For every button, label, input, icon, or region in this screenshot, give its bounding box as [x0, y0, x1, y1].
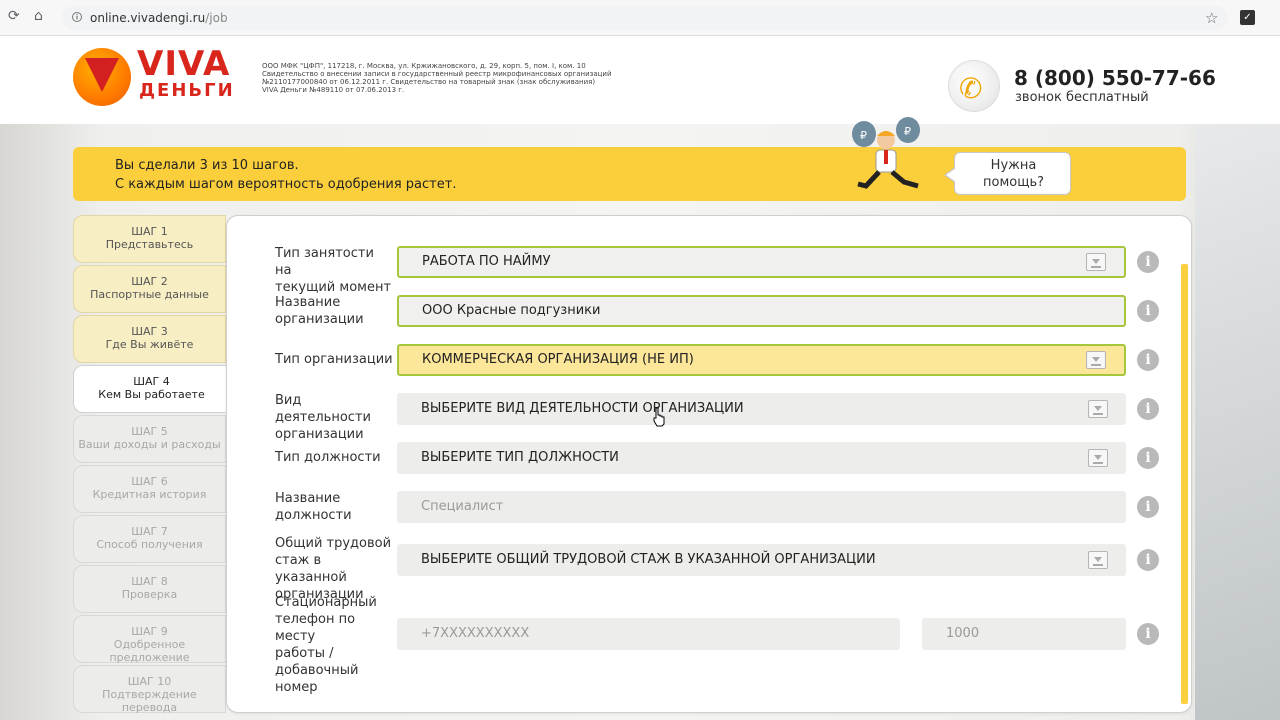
dropdown-icon [1086, 351, 1106, 369]
position-name-input[interactable]: Специалист [397, 491, 1126, 523]
svg-text:₽: ₽ [860, 129, 867, 142]
browser-toolbar: ⟳ ⌂ online.vivadengi.ru/job ☆ ✓ [0, 0, 1280, 36]
address-bar[interactable] [62, 6, 1228, 30]
progress-subtext: С каждым шагом вероятность одобрения рас… [115, 177, 457, 192]
info-icon[interactable]: i [1137, 496, 1159, 518]
step-10: ШАГ 10 Подтверждение перевода [73, 665, 226, 714]
steps-sidebar: ШАГ 1 Представьтесь ШАГ 2 Паспортные данны… [73, 215, 229, 720]
step-1[interactable]: ШАГ 1 Представьтесь [73, 215, 226, 263]
bookmark-star-icon[interactable]: ☆ [1205, 9, 1218, 27]
step-7: ШАГ 7 Способ получения [73, 515, 226, 563]
step-6: ШАГ 6 Кредитная история [73, 465, 226, 513]
dropdown-icon [1088, 400, 1108, 418]
logo-text-dengi[interactable]: ДЕНЬГИ [139, 80, 235, 101]
position-type-label: Тип должности [275, 450, 381, 465]
dropdown-icon [1088, 449, 1108, 467]
step-5: ШАГ 5 Ваши доходы и расходы [73, 415, 226, 463]
hotline-number[interactable]: 8 (800) 550-77-66 [1014, 66, 1216, 90]
step-3[interactable]: ШАГ 3 Где Вы живёте [73, 315, 226, 363]
dropdown-icon [1086, 253, 1106, 271]
step-9: ШАГ 9 Одобренное предложение [73, 615, 226, 664]
experience-label: Общий трудовой стаж в указанной организаци… [275, 536, 392, 602]
mascot-moneybags-icon: ₽ ₽ [852, 117, 920, 189]
step-2[interactable]: ШАГ 2 Паспортные данные [73, 265, 226, 313]
home-icon[interactable]: ⌂ [34, 8, 43, 24]
legal-info: ООО МФК "ЦФП", 117218, г. Москва, ул. Кр… [262, 62, 612, 94]
progress-text: Вы сделали 3 из 10 шагов. [115, 158, 299, 173]
svg-text:₽: ₽ [904, 125, 911, 138]
reload-icon[interactable]: ⟳ [8, 8, 20, 24]
background-photo [1195, 124, 1280, 720]
org-name-input[interactable]: ООО Красные подгузники [397, 295, 1126, 327]
activity-label: Вид деятельности организации [275, 393, 371, 442]
org-type-select[interactable]: КОММЕРЧЕСКАЯ ОРГАНИЗАЦИЯ (НЕ ИП) [397, 344, 1126, 376]
info-icon[interactable]: i [1137, 251, 1159, 273]
phone-extension-input[interactable]: 1000 [922, 618, 1126, 650]
org-type-label: Тип организации [275, 352, 393, 367]
info-icon[interactable]: i [1137, 398, 1159, 420]
logo-mark-icon[interactable] [73, 48, 131, 106]
info-icon[interactable]: i [1137, 300, 1159, 322]
step-4[interactable]: ШАГ 4 Кем Вы работаете [73, 365, 229, 413]
phone-icon: ✆ [948, 60, 1000, 112]
hand-cursor-icon [653, 407, 665, 427]
info-icon[interactable]: i [1137, 623, 1159, 645]
hotline-note: звонок бесплатный [1015, 90, 1149, 105]
employment-type-select[interactable]: РАБОТА ПО НАЙМУ [397, 246, 1126, 278]
dropdown-icon [1088, 551, 1108, 569]
position-name-label: Название должности [275, 491, 352, 523]
position-type-select[interactable]: ВЫБЕРИТЕ ТИП ДОЛЖНОСТИ [397, 442, 1126, 474]
info-icon[interactable]: i [1137, 349, 1159, 371]
work-phone-label: Стационарный телефон по месту работы / доба… [275, 595, 377, 695]
help-button[interactable]: Нужна помощь? [944, 152, 1071, 195]
step-8: ШАГ 8 Проверка [73, 565, 226, 613]
info-icon[interactable]: i [1137, 549, 1159, 571]
form-scrollbar[interactable] [1181, 264, 1188, 704]
logo-text-viva[interactable]: VIVA [137, 44, 230, 84]
address-url[interactable]: online.vivadengi.ru/job [90, 11, 228, 25]
work-phone-input[interactable]: +7XXXXXXXXXX [397, 618, 900, 650]
extension-icon[interactable]: ✓ [1240, 10, 1255, 25]
org-name-label: Название организации [275, 295, 364, 327]
info-lock-icon[interactable] [72, 11, 82, 23]
experience-select[interactable]: ВЫБЕРИТЕ ОБЩИЙ ТРУДОВОЙ СТАЖ В УКАЗАННОЙ… [397, 544, 1126, 576]
info-icon[interactable]: i [1137, 447, 1159, 469]
activity-select[interactable]: ВЫБЕРИТЕ ВИД ДЕЯТЕЛЬНОСТИ ОРГАНИЗАЦИИ [397, 393, 1126, 425]
employment-type-label: Тип занятости на текущий момент [275, 246, 392, 295]
